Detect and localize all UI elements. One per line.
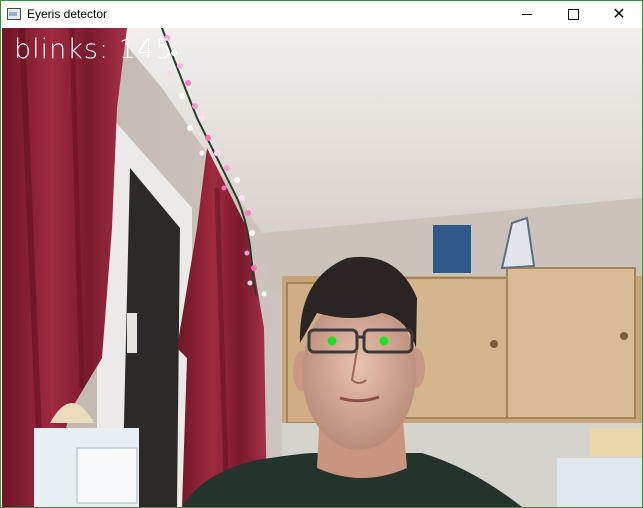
blink-counter-label: blinks: xyxy=(14,34,110,65)
blink-counter-value: 145 xyxy=(118,34,174,65)
minimize-button[interactable] xyxy=(504,1,550,27)
app-window-icon xyxy=(7,8,21,20)
box-bottom-right xyxy=(557,458,642,507)
camera-feed: blinks: 145 xyxy=(2,28,642,507)
close-button[interactable]: ✕ xyxy=(596,1,642,27)
window-title: Eyeris detector xyxy=(27,7,108,21)
maximize-button[interactable] xyxy=(550,1,596,27)
blink-counter: blinks: 145 xyxy=(14,34,173,65)
title-bar[interactable]: Eyeris detector ✕ xyxy=(1,1,642,27)
blue-box xyxy=(433,225,471,273)
right-eye-marker xyxy=(379,336,389,346)
close-icon: ✕ xyxy=(612,4,626,23)
maximize-icon xyxy=(567,8,579,20)
window-handle xyxy=(127,313,137,353)
left-eye-marker xyxy=(327,336,337,346)
app-window: Eyeris detector ✕ blinks: 145 xyxy=(0,0,643,508)
minimize-icon xyxy=(522,13,532,15)
camera-frame xyxy=(2,28,642,507)
